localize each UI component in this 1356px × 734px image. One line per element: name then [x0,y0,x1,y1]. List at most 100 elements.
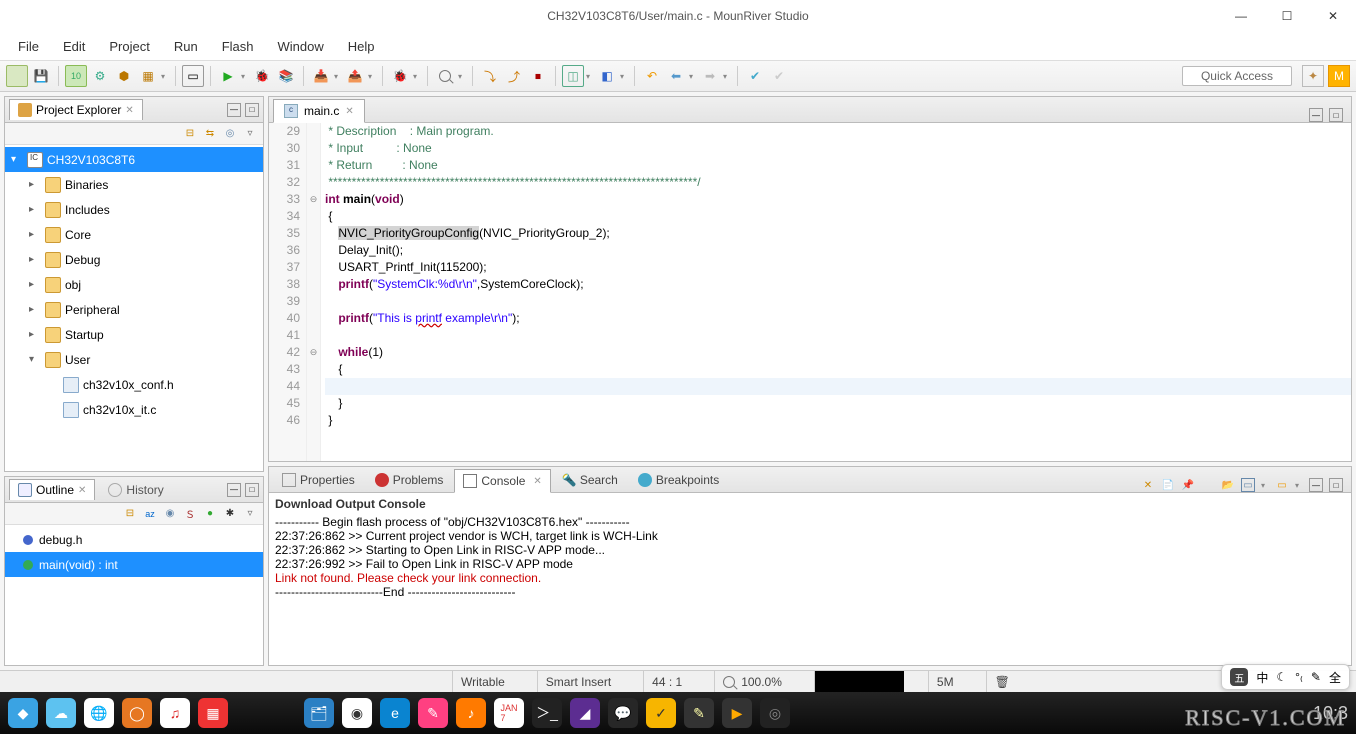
tree-row[interactable]: ▸Startup [5,322,263,347]
tree-row[interactable]: ch32v10x_it.c [5,397,263,422]
tab-console[interactable]: Console✕ [454,469,550,493]
tab-outline[interactable]: Outline ✕ [9,479,95,500]
collapse-all-icon[interactable]: ⊟ [183,127,197,141]
tab-properties[interactable]: Properties [273,468,364,492]
task-play-icon[interactable]: ▶ [722,698,752,728]
outline-menu-icon[interactable]: ▿ [243,507,257,521]
fullwidth-icon[interactable]: 全 [1329,669,1341,686]
tree-row[interactable]: ▸Peripheral [5,297,263,322]
task-chat-icon[interactable]: 💬 [608,698,638,728]
uncheck-icon[interactable]: ✔ [768,65,790,87]
run-icon[interactable]: ▶ [217,65,239,87]
ime-tray[interactable]: 五 中 ☾ °₍ ✎ 全 [1221,664,1350,690]
tree-row[interactable]: ▸Includes [5,197,263,222]
menu-run[interactable]: Run [164,35,208,58]
task-app6-icon[interactable]: ▦ [198,698,228,728]
nav-back-icon[interactable]: ⬅ [665,65,687,87]
code-editor[interactable]: 293031323334353637383940414243444546 ⊖⊖ … [269,123,1351,461]
tree-row[interactable]: ▸Binaries [5,172,263,197]
tab-history[interactable]: History [99,479,172,500]
tree-row[interactable]: ▸obj [5,272,263,297]
minimize-console-icon[interactable]: — [1309,478,1323,492]
maximize-button[interactable]: ☐ [1264,0,1310,32]
build-icon[interactable]: ⚙ [89,65,111,87]
hide-nonpublic-icon[interactable]: ● [203,507,217,521]
tree-row[interactable]: ▸Core [5,222,263,247]
task-photo-icon[interactable]: ✎ [418,698,448,728]
chip-icon[interactable]: ◫ [562,65,584,87]
tab-close-icon[interactable]: ✕ [125,105,133,116]
tree-row[interactable]: ▸Debug [5,247,263,272]
link-editor-icon[interactable]: ⇆ [203,127,217,141]
sort-icon[interactable]: ⊟ [123,507,137,521]
moon-icon[interactable]: ☾ [1276,670,1287,684]
pencil-icon[interactable]: ✎ [1311,670,1321,684]
minimize-outline-icon[interactable]: — [227,483,241,497]
task-check-icon[interactable]: ✓ [646,698,676,728]
minimize-view-icon[interactable]: — [227,103,241,117]
stop-icon[interactable]: ⏹ [527,65,549,87]
task-edge-icon[interactable]: e [380,698,410,728]
ime-lang[interactable]: 中 [1256,669,1268,686]
tree-row[interactable]: ▾User [5,347,263,372]
task-terminal-icon[interactable]: ＞_ [532,698,562,728]
task-music-icon[interactable]: ♪ [456,698,486,728]
task-chrome-icon[interactable]: ◉ [342,698,372,728]
tab-breakpoints[interactable]: Breakpoints [629,468,728,492]
tab-project-explorer[interactable]: Project Explorer ✕ [9,99,143,120]
terminal-icon[interactable]: ▭ [182,65,204,87]
debug-icon[interactable]: 🐞 [251,65,273,87]
menu-project[interactable]: Project [99,35,159,58]
task-app5-icon[interactable]: ♫ [160,698,190,728]
menu-window[interactable]: Window [267,35,333,58]
menu-edit[interactable]: Edit [53,35,95,58]
save-icon[interactable]: 💾 [30,65,52,87]
step-into-icon[interactable]: ⤵ [479,65,501,87]
maximize-console-icon[interactable]: □ [1329,478,1343,492]
minimize-button[interactable]: — [1218,0,1264,32]
minimize-editor-icon[interactable]: — [1309,108,1323,122]
task-files-icon[interactable]: 🗂 [304,698,334,728]
degree-icon[interactable]: °₍ [1295,670,1303,684]
task-note-icon[interactable]: ✎ [684,698,714,728]
group-icon[interactable]: ✱ [223,507,237,521]
layers-icon[interactable]: 📚 [275,65,297,87]
task-app3-icon[interactable]: 🌐 [84,698,114,728]
hide-fields-icon[interactable]: ◉ [163,507,177,521]
open-console-icon[interactable]: 📂 [1221,478,1235,492]
bug-icon[interactable]: 🐞 [389,65,411,87]
task-app1-icon[interactable]: ◆ [8,698,38,728]
editor-tab-main[interactable]: c main.c ✕ [273,99,365,123]
task-obs-icon[interactable]: ◎ [760,698,790,728]
maximize-view-icon[interactable]: □ [245,103,259,117]
maximize-editor-icon[interactable]: □ [1329,108,1343,122]
tree-project-root[interactable]: ▾ IC CH32V103C8T6 [5,147,263,172]
task-vs-icon[interactable]: ◢ [570,698,600,728]
new-console-icon[interactable]: ▭ [1275,478,1289,492]
editor-tab-close-icon[interactable]: ✕ [345,106,353,117]
check-icon[interactable]: ✔ [744,65,766,87]
display-console-icon[interactable]: ▭ [1241,478,1255,492]
close-button[interactable]: ✕ [1310,0,1356,32]
outline-item[interactable]: debug.h [5,527,263,552]
perspective-cpp-icon[interactable]: ✦ [1302,65,1324,87]
menu-flash[interactable]: Flash [212,35,264,58]
tab-search[interactable]: 🔦Search [553,468,627,492]
nav-fwd-icon[interactable]: ➡ [699,65,721,87]
focus-icon[interactable]: ◎ [223,127,237,141]
grid-icon[interactable]: ▦ [137,65,159,87]
outline-item[interactable]: main(void) : int [5,552,263,577]
compile-icon[interactable]: 10 [65,65,87,87]
taskbar[interactable]: ◆ ☁ 🌐 ◯ ♫ ▦ 🗂 ◉ e ✎ ♪ JAN7 ＞_ ◢ 💬 ✓ ✎ ▶ … [0,692,1356,734]
menu-help[interactable]: Help [338,35,385,58]
az-icon[interactable]: aᴢ [143,507,157,521]
maximize-outline-icon[interactable]: □ [245,483,259,497]
quick-access-input[interactable]: Quick Access [1182,66,1292,86]
perspective-mrs-icon[interactable]: M [1328,65,1350,87]
task-app4-icon[interactable]: ◯ [122,698,152,728]
task-cal-icon[interactable]: JAN7 [494,698,524,728]
new-icon[interactable] [6,65,28,87]
task-app2-icon[interactable]: ☁ [46,698,76,728]
menu-file[interactable]: File [8,35,49,58]
download-icon[interactable]: 📥 [310,65,332,87]
